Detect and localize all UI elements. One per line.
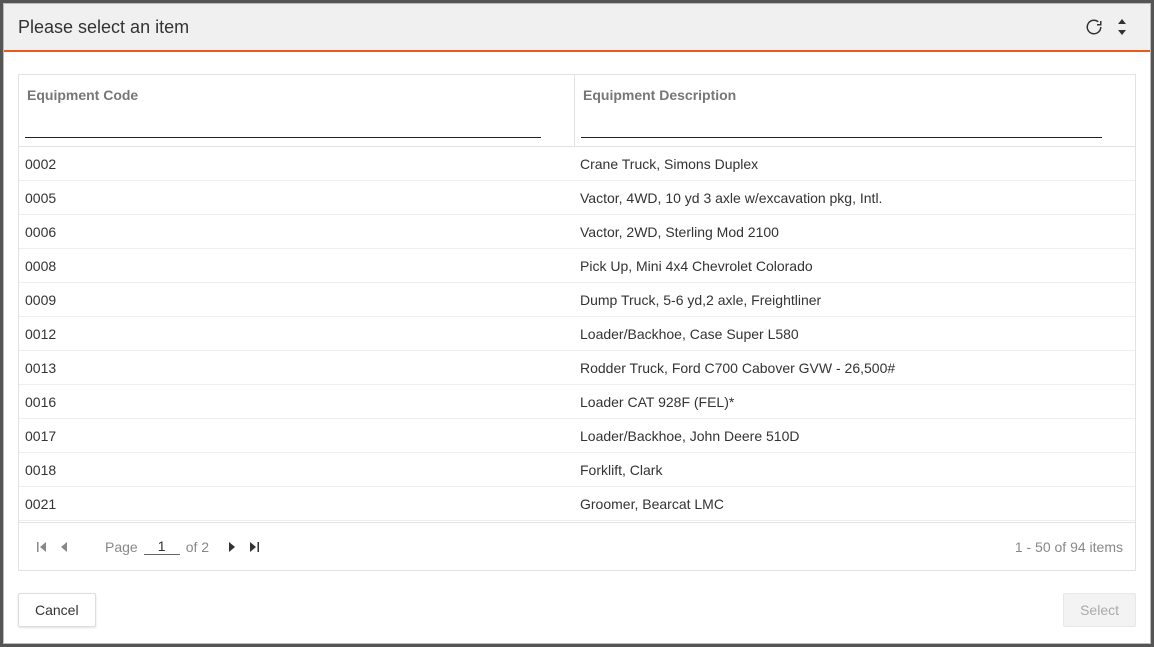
cell-desc: Vactor, 4WD, 10 yd 3 axle w/excavation p…	[574, 183, 1135, 213]
select-button[interactable]: Select	[1063, 593, 1136, 627]
page-label: Page	[105, 539, 138, 555]
cell-desc: Rodder Truck, Ford C700 Cabover GVW - 26…	[574, 353, 1135, 383]
table-row[interactable]: 0002Crane Truck, Simons Duplex	[19, 147, 1135, 181]
column-label-desc: Equipment Description	[581, 83, 1129, 113]
cell-desc: Crane Truck, Simons Duplex	[574, 149, 1135, 179]
next-page-icon[interactable]	[223, 538, 241, 556]
column-label-code: Equipment Code	[25, 83, 568, 113]
modal-body: Equipment Code Equipment Description 000…	[4, 52, 1150, 581]
filter-input-desc[interactable]	[581, 113, 1102, 138]
first-page-icon[interactable]	[33, 538, 51, 556]
last-page-icon[interactable]	[245, 538, 263, 556]
cell-desc: Loader/Backhoe, Case Super L580	[574, 319, 1135, 349]
table-row[interactable]: 0021Groomer, Bearcat LMC	[19, 487, 1135, 521]
cell-code: 0016	[19, 387, 574, 417]
cell-code: 0009	[19, 285, 574, 315]
pager: Page of 2 1 - 50 of 94 items	[19, 522, 1135, 570]
cell-desc: Pick Up, Mini 4x4 Chevrolet Colorado	[574, 251, 1135, 281]
cell-code: 0002	[19, 149, 574, 179]
table-row[interactable]: 0009Dump Truck, 5-6 yd,2 axle, Freightli…	[19, 283, 1135, 317]
cell-code: 0012	[19, 319, 574, 349]
cell-code: 0017	[19, 421, 574, 451]
cell-code: 0006	[19, 217, 574, 247]
table-row[interactable]: 0006Vactor, 2WD, Sterling Mod 2100	[19, 215, 1135, 249]
select-item-modal: Please select an item Equipment Code E	[3, 3, 1151, 644]
cell-code: 0021	[19, 489, 574, 519]
modal-header: Please select an item	[4, 4, 1150, 52]
table-row[interactable]: 0005Vactor, 4WD, 10 yd 3 axle w/excavati…	[19, 181, 1135, 215]
column-header-code[interactable]: Equipment Code	[19, 75, 574, 146]
cell-desc: Forklift, Clark	[574, 455, 1135, 485]
cell-code: 0018	[19, 455, 574, 485]
modal-title: Please select an item	[18, 17, 1080, 38]
grid-body[interactable]: 0002Crane Truck, Simons Duplex0005Vactor…	[19, 147, 1135, 522]
pager-summary: 1 - 50 of 94 items	[1015, 539, 1123, 555]
table-row[interactable]: 0016Loader CAT 928F (FEL)*	[19, 385, 1135, 419]
table-row[interactable]: 0013Rodder Truck, Ford C700 Cabover GVW …	[19, 351, 1135, 385]
filter-input-code[interactable]	[25, 113, 541, 138]
cancel-button[interactable]: Cancel	[18, 593, 96, 627]
modal-footer: Cancel Select	[4, 581, 1150, 643]
cell-desc: Loader/Backhoe, John Deere 510D	[574, 421, 1135, 451]
table-row[interactable]: 0018Forklift, Clark	[19, 453, 1135, 487]
cell-desc: Vactor, 2WD, Sterling Mod 2100	[574, 217, 1135, 247]
cell-desc: Loader CAT 928F (FEL)*	[574, 387, 1135, 417]
cell-code: 0013	[19, 353, 574, 383]
table-row[interactable]: 0012Loader/Backhoe, Case Super L580	[19, 317, 1135, 351]
column-header-desc[interactable]: Equipment Description	[574, 75, 1135, 146]
expand-collapse-icon[interactable]	[1108, 13, 1136, 41]
cell-code: 0005	[19, 183, 574, 213]
cell-desc: Groomer, Bearcat LMC	[574, 489, 1135, 519]
page-of-label: of 2	[186, 539, 209, 555]
equipment-grid: Equipment Code Equipment Description 000…	[18, 74, 1136, 571]
table-row[interactable]: 0008Pick Up, Mini 4x4 Chevrolet Colorado	[19, 249, 1135, 283]
page-input[interactable]	[144, 538, 180, 555]
cell-code: 0008	[19, 251, 574, 281]
table-row[interactable]: 0017Loader/Backhoe, John Deere 510D	[19, 419, 1135, 453]
prev-page-icon[interactable]	[55, 538, 73, 556]
cell-desc: Dump Truck, 5-6 yd,2 axle, Freightliner	[574, 285, 1135, 315]
grid-header: Equipment Code Equipment Description	[19, 75, 1135, 147]
refresh-icon[interactable]	[1080, 13, 1108, 41]
